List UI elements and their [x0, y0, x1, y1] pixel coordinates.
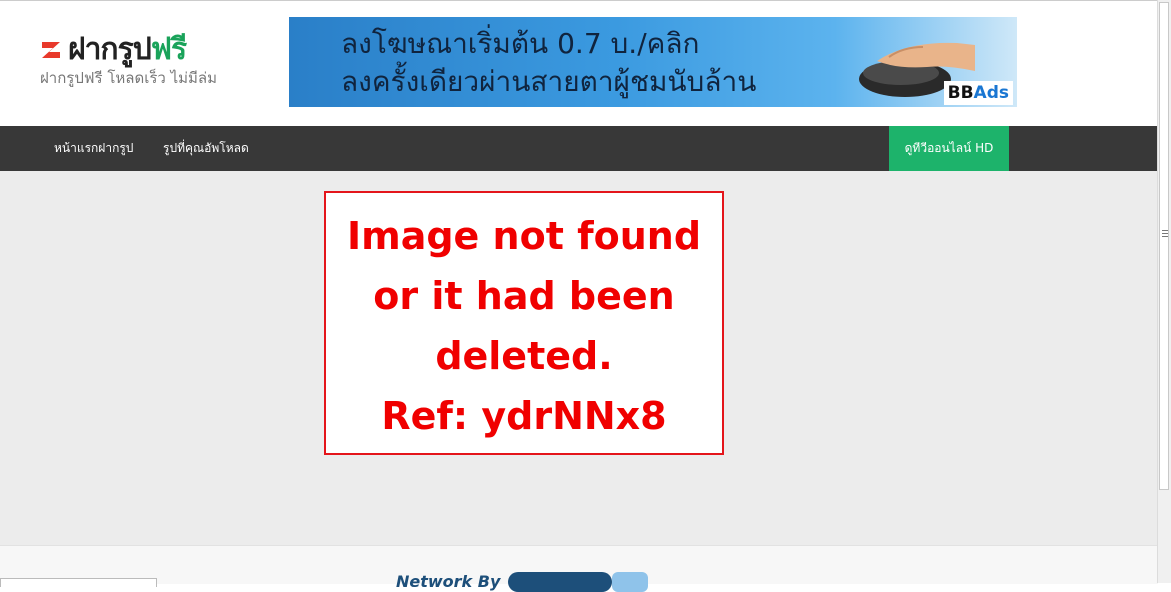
- notice-ref-line: Ref: ydrNNx8: [381, 394, 667, 438]
- network-by-label: Network By: [396, 572, 501, 591]
- main-nav: หน้าแรกฝากรูป รูปที่คุณอัพโหลด ดูทีวีออน…: [0, 126, 1158, 171]
- logo-title-accent: ฟรี: [150, 32, 187, 67]
- badge-ads: Ads: [973, 83, 1009, 103]
- scroll-grip-icon: [1162, 230, 1168, 237]
- site-header: ฝากรูปฟรี ฝากรูปฟรี โหลดเร็ว ไม่มีล่ม ลง…: [0, 0, 1158, 127]
- content-area: Image not found or it had been deleted. …: [0, 171, 1158, 545]
- network-logo-icon[interactable]: [508, 572, 648, 592]
- logo-title: ฝากรูปฟรี: [68, 32, 187, 67]
- vertical-scrollbar[interactable]: [1157, 0, 1171, 583]
- notice-line: or it had been: [373, 274, 675, 318]
- bbads-badge: BBAds: [943, 81, 1013, 105]
- nav-tv-online-button[interactable]: ดูทีวีออนไลน์ HD: [889, 126, 1009, 171]
- banner-subline: ลงครั้งเดียวผ่านสายตาผู้ชมนับล้าน: [341, 65, 757, 98]
- logo-tagline: ฝากรูปฟรี โหลดเร็ว ไม่มีล่ม: [40, 69, 217, 87]
- image-not-found-notice: Image not found or it had been deleted. …: [324, 191, 724, 455]
- scrollbar-thumb[interactable]: [1159, 2, 1169, 490]
- site-logo[interactable]: ฝากรูปฟรี ฝากรูปฟรี โหลดเร็ว ไม่มีล่ม: [40, 32, 217, 88]
- nav-item-home[interactable]: หน้าแรกฝากรูป: [54, 126, 133, 171]
- notice-text: Image not found or it had been deleted. …: [326, 193, 722, 446]
- logo-title-main: ฝากรูป: [68, 32, 152, 67]
- nav-item-my-uploads[interactable]: รูปที่คุณอัพโหลด: [163, 126, 249, 171]
- notice-line: Image not found: [346, 214, 702, 258]
- notice-line: deleted.: [435, 334, 613, 378]
- logo-z-icon: [42, 42, 60, 58]
- banner-headline: ลงโฆษณาเริ่มต้น 0.7 บ./คลิก: [341, 27, 700, 60]
- site-footer: Network By: [0, 545, 1158, 592]
- badge-bb: BB: [947, 83, 974, 103]
- ad-banner[interactable]: ลงโฆษณาเริ่มต้น 0.7 บ./คลิก ลงครั้งเดียว…: [289, 17, 1017, 107]
